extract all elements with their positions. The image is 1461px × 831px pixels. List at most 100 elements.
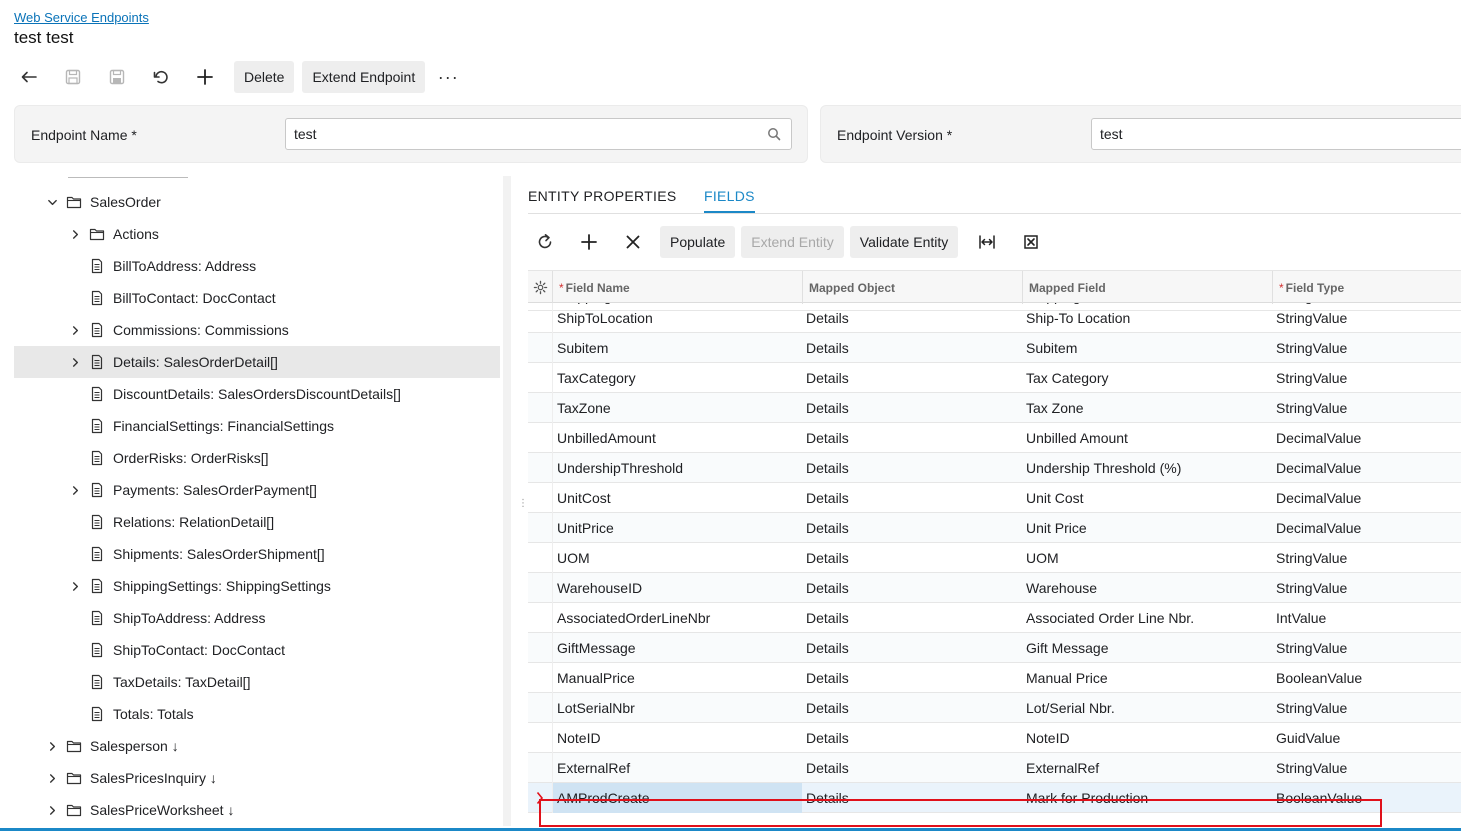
- table-row[interactable]: TaxCategory Details Tax Category StringValu…: [528, 363, 1461, 393]
- populate-button[interactable]: Populate: [660, 226, 736, 258]
- export-excel-icon[interactable]: [1014, 226, 1048, 258]
- cell-field-type[interactable]: StringValue: [1272, 573, 1461, 603]
- cell-field-type[interactable]: StringValue: [1272, 753, 1461, 783]
- cell-mapped-field[interactable]: Subitem: [1022, 333, 1272, 363]
- tree-item[interactable]: Relations: RelationDetail[]: [14, 506, 500, 538]
- delete-row-icon[interactable]: [616, 226, 650, 258]
- table-row[interactable]: UndershipThreshold Details Undership Thres…: [528, 453, 1461, 483]
- cell-field-type[interactable]: DecimalValue: [1272, 513, 1461, 543]
- column-header-field-name[interactable]: * Field Name: [552, 271, 802, 304]
- cell-mapped-field[interactable]: Tax Zone: [1022, 393, 1272, 423]
- cell-mapped-field[interactable]: Tax Category: [1022, 363, 1272, 393]
- tree-item[interactable]: SalesPriceWorksheet ↓: [14, 794, 500, 826]
- cell-mapped-field[interactable]: Unbilled Amount: [1022, 423, 1272, 453]
- back-icon[interactable]: [14, 61, 44, 93]
- cell-mapped-object[interactable]: Details: [802, 303, 1022, 333]
- column-settings-icon[interactable]: [528, 271, 552, 304]
- tree-item[interactable]: Salesperson ↓: [14, 730, 500, 762]
- add-row-icon[interactable]: [572, 226, 606, 258]
- table-row[interactable]: ShipToLocation Details Ship-To Location Str…: [528, 303, 1461, 333]
- cell-field-name[interactable]: NoteID: [552, 723, 802, 753]
- breadcrumb-web-service-endpoints[interactable]: Web Service Endpoints: [14, 10, 149, 25]
- cell-mapped-field[interactable]: Mark for Production: [1022, 783, 1272, 813]
- table-row[interactable]: WarehouseID Details Warehouse StringValue: [528, 573, 1461, 603]
- cell-field-name[interactable]: Subitem: [552, 333, 802, 363]
- table-row[interactable]: LotSerialNbr Details Lot/Serial Nbr. String…: [528, 693, 1461, 723]
- tab-entity-properties[interactable]: ENTITY PROPERTIES: [528, 188, 677, 204]
- cell-field-type[interactable]: StringValue: [1272, 693, 1461, 723]
- endpoint-name-input[interactable]: test: [285, 118, 792, 150]
- cell-mapped-object[interactable]: Details: [802, 513, 1022, 543]
- cell-field-type[interactable]: IntValue: [1272, 603, 1461, 633]
- table-row[interactable]: UnitCost Details Unit Cost DecimalValue: [528, 483, 1461, 513]
- delete-button[interactable]: Delete: [234, 61, 295, 93]
- refresh-icon[interactable]: [528, 226, 562, 258]
- cell-mapped-object[interactable]: Details: [802, 333, 1022, 363]
- cell-mapped-object[interactable]: Details: [802, 753, 1022, 783]
- tab-fields[interactable]: FIELDS: [704, 188, 755, 213]
- cell-mapped-object[interactable]: Details: [802, 633, 1022, 663]
- cell-field-type[interactable]: StringValue: [1272, 333, 1461, 363]
- table-row[interactable]: ExternalRef Details ExternalRef StringValue: [528, 753, 1461, 783]
- cell-field-type[interactable]: GuidValue: [1272, 723, 1461, 753]
- cell-field-type[interactable]: StringValue: [1272, 303, 1461, 333]
- chevron-right-icon[interactable]: [46, 740, 58, 752]
- table-row[interactable]: AssociatedOrderLineNbr Details Associated …: [528, 603, 1461, 633]
- undo-icon[interactable]: [146, 61, 176, 93]
- splitter-grip-icon[interactable]: ⋮: [518, 498, 528, 509]
- cell-field-type[interactable]: BooleanValue: [1272, 783, 1461, 813]
- chevron-right-icon[interactable]: [69, 228, 81, 240]
- cell-mapped-field[interactable]: Lot/Serial Nbr.: [1022, 693, 1272, 723]
- cell-mapped-field[interactable]: Warehouse: [1022, 573, 1272, 603]
- tree-item[interactable]: FinancialSettings: FinancialSettings: [14, 410, 500, 442]
- table-row[interactable]: ManualPrice Details Manual Price BooleanVal…: [528, 663, 1461, 693]
- cell-mapped-object[interactable]: Details: [802, 393, 1022, 423]
- cell-mapped-object[interactable]: Details: [802, 603, 1022, 633]
- column-header-mapped-field[interactable]: Mapped Field: [1022, 271, 1272, 304]
- tree-item[interactable]: Actions: [14, 218, 500, 250]
- add-icon[interactable]: [190, 61, 220, 93]
- extend-endpoint-button[interactable]: Extend Endpoint: [302, 61, 426, 93]
- chevron-right-icon[interactable]: [69, 580, 81, 592]
- cell-mapped-field[interactable]: UOM: [1022, 543, 1272, 573]
- fit-columns-icon[interactable]: [970, 226, 1004, 258]
- cell-mapped-object[interactable]: Details: [802, 483, 1022, 513]
- table-row[interactable]: TaxZone Details Tax Zone StringValue: [528, 393, 1461, 423]
- tree-item[interactable]: BillToContact: DocContact: [14, 282, 500, 314]
- table-row[interactable]: AMProdCreate Details Mark for Production Bo…: [528, 783, 1461, 813]
- chevron-down-icon[interactable]: [46, 196, 58, 208]
- tree-item[interactable]: OrderRisks: OrderRisks[]: [14, 442, 500, 474]
- chevron-right-icon[interactable]: [69, 356, 81, 368]
- save-icon[interactable]: [58, 61, 88, 93]
- cell-mapped-field[interactable]: NoteID: [1022, 723, 1272, 753]
- table-row[interactable]: GiftMessage Details Gift Message StringValu…: [528, 633, 1461, 663]
- cell-mapped-object[interactable]: Details: [802, 543, 1022, 573]
- cell-field-name[interactable]: UnitCost: [552, 483, 802, 513]
- tree-item[interactable]: ShipToAddress: Address: [14, 602, 500, 634]
- cell-field-name[interactable]: TaxZone: [552, 393, 802, 423]
- cell-field-name[interactable]: AssociatedOrderLineNbr: [552, 603, 802, 633]
- tree-item[interactable]: Payments: SalesOrderPayment[]: [14, 474, 500, 506]
- cell-mapped-field[interactable]: Undership Threshold (%): [1022, 453, 1272, 483]
- endpoint-version-input[interactable]: test: [1091, 118, 1461, 150]
- cell-field-type[interactable]: StringValue: [1272, 543, 1461, 573]
- cell-field-name[interactable]: UnitPrice: [552, 513, 802, 543]
- cell-field-type[interactable]: StringValue: [1272, 393, 1461, 423]
- column-header-mapped-object[interactable]: Mapped Object: [802, 271, 1022, 304]
- cell-field-name[interactable]: WarehouseID: [552, 573, 802, 603]
- search-icon[interactable]: [767, 127, 781, 141]
- cell-field-type[interactable]: BooleanValue: [1272, 663, 1461, 693]
- tree-item[interactable]: DiscountDetails: SalesOrdersDiscountDeta…: [14, 378, 500, 410]
- cell-mapped-field[interactable]: Unit Cost: [1022, 483, 1272, 513]
- cell-field-name[interactable]: LotSerialNbr: [552, 693, 802, 723]
- extend-entity-button[interactable]: Extend Entity: [741, 226, 844, 258]
- table-row[interactable]: NoteID Details NoteID GuidValue: [528, 723, 1461, 753]
- validate-entity-button[interactable]: Validate Entity: [849, 226, 959, 258]
- tree-item[interactable]: BillToAddress: Address: [14, 250, 500, 282]
- tree-item[interactable]: Commissions: Commissions: [14, 314, 500, 346]
- more-menu-button[interactable]: ···: [433, 61, 463, 93]
- tree-item[interactable]: Totals: Totals: [14, 698, 500, 730]
- cell-mapped-field[interactable]: Associated Order Line Nbr.: [1022, 603, 1272, 633]
- tree-item[interactable]: ShipToContact: DocContact: [14, 634, 500, 666]
- tree-item[interactable]: SalesOrder: [14, 186, 500, 218]
